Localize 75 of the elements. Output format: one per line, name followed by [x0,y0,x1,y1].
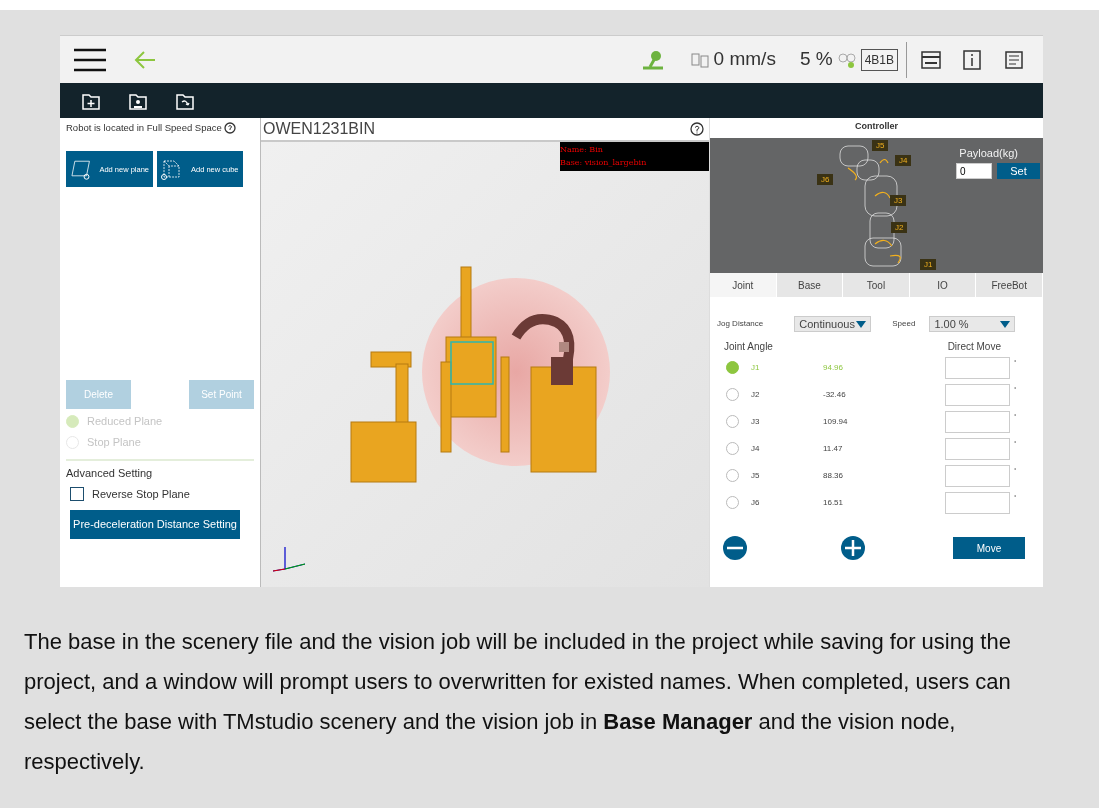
joint-value: -32.46 [823,388,847,401]
info-line: Base: vision_largebin [560,157,648,169]
joint-name: J1 [751,361,761,374]
tab[interactable]: Tool [843,273,910,297]
info-icon[interactable] [963,49,981,70]
3d-viewport[interactable]: Name: Bin Base: vision_largebin [261,140,709,587]
tab[interactable]: IO [909,273,977,297]
folder-arrow-icon[interactable] [176,91,194,110]
speed-percent: 5 % [799,47,833,72]
joint-radio[interactable] [726,496,739,509]
joint-value: 11.47 [823,442,844,455]
payload-field[interactable]: 0 [956,163,992,179]
joint-name: J5 [751,469,761,482]
scene-title: OWEN1231BIN [262,119,376,139]
pre-deceleration-button[interactable]: Pre-deceleration Distance Setting [70,510,240,539]
info-line: Name: Bin [560,144,604,156]
joint-radio[interactable] [726,469,739,482]
tab[interactable]: Joint [710,273,777,297]
joint-name: J4 [751,442,761,455]
direct-move-field[interactable] [945,410,1010,433]
move-button[interactable]: Move [953,537,1025,559]
caret-icon [856,320,867,328]
joint-name: J6 [751,496,761,509]
menu-icon[interactable] [74,47,106,72]
direct-move-heading: Direct Move [947,340,1001,354]
help-icon[interactable] [223,122,236,135]
folder-add-icon[interactable] [82,91,100,110]
speed-label: Speed [892,318,916,330]
joint-name: J2 [751,388,761,401]
minus-icon[interactable] [723,536,747,560]
caret-icon [1000,320,1011,328]
jog-distance-dropdown[interactable]: Continuous [794,316,872,332]
caption-paragraph: The base in the scenery file and the vision job will be included in the project while saving for using the project, and a window will prompt users to overwritten for existed names. When completed, users can select the base with TMstudio scenery and the vision job in Base Manager and the vision node, respectively. [24,628,1012,776]
payload-label: Payload(kg) [959,146,1018,161]
joint-label: J6 [817,174,834,185]
jog-distance-label: Jog Distance [717,318,764,330]
direct-move-field[interactable] [945,356,1010,379]
help-icon[interactable] [690,122,704,136]
joint-label: J5 [872,140,889,151]
status-text: Robot is located in Full Speed Space [66,121,222,135]
speed-icon [689,50,710,69]
advanced-setting-heading: Advanced Setting [66,466,154,481]
joint-label: J1 [920,259,937,270]
joint-radio[interactable] [726,415,739,428]
direct-move-field[interactable] [945,437,1010,460]
speed-reading: 0 mm/s [713,47,776,72]
plus-icon[interactable] [841,536,865,560]
joint-radio[interactable] [726,388,739,401]
back-arrow-icon[interactable] [134,50,156,69]
controller-title: Controller [854,120,899,133]
joint-value: 109.94 [823,415,849,428]
cube-icon [161,158,183,181]
direct-move-field[interactable] [945,383,1010,406]
mode-badge: 4B1B [860,48,898,71]
folder-person-icon[interactable] [129,91,147,110]
direct-move-field[interactable] [945,464,1010,487]
joint-name: J3 [751,415,761,428]
joystick-icon[interactable] [641,49,664,70]
joint-radio[interactable] [726,442,739,455]
reverse-stop-plane-checkbox[interactable]: Reverse Stop Plane [70,485,254,502]
set-button[interactable]: Set [997,163,1040,179]
joint-label: J3 [890,195,907,206]
joint-value: 88.36 [823,469,845,482]
log-icon[interactable] [1005,50,1023,69]
tab[interactable]: FreeBot [976,273,1043,297]
tab[interactable]: Base [776,273,844,297]
joint-label: J4 [895,155,912,166]
direct-move-field[interactable] [945,491,1010,514]
joint-value: 16.51 [823,496,845,509]
joint-label: J2 [891,222,908,233]
plane-icon [70,158,92,181]
joint-value: 94.96 [823,361,845,374]
joint-angle-heading: Joint Angle [724,340,773,354]
joint-radio[interactable] [726,361,739,374]
speed-dropdown[interactable]: 1.00 % [929,316,1016,332]
